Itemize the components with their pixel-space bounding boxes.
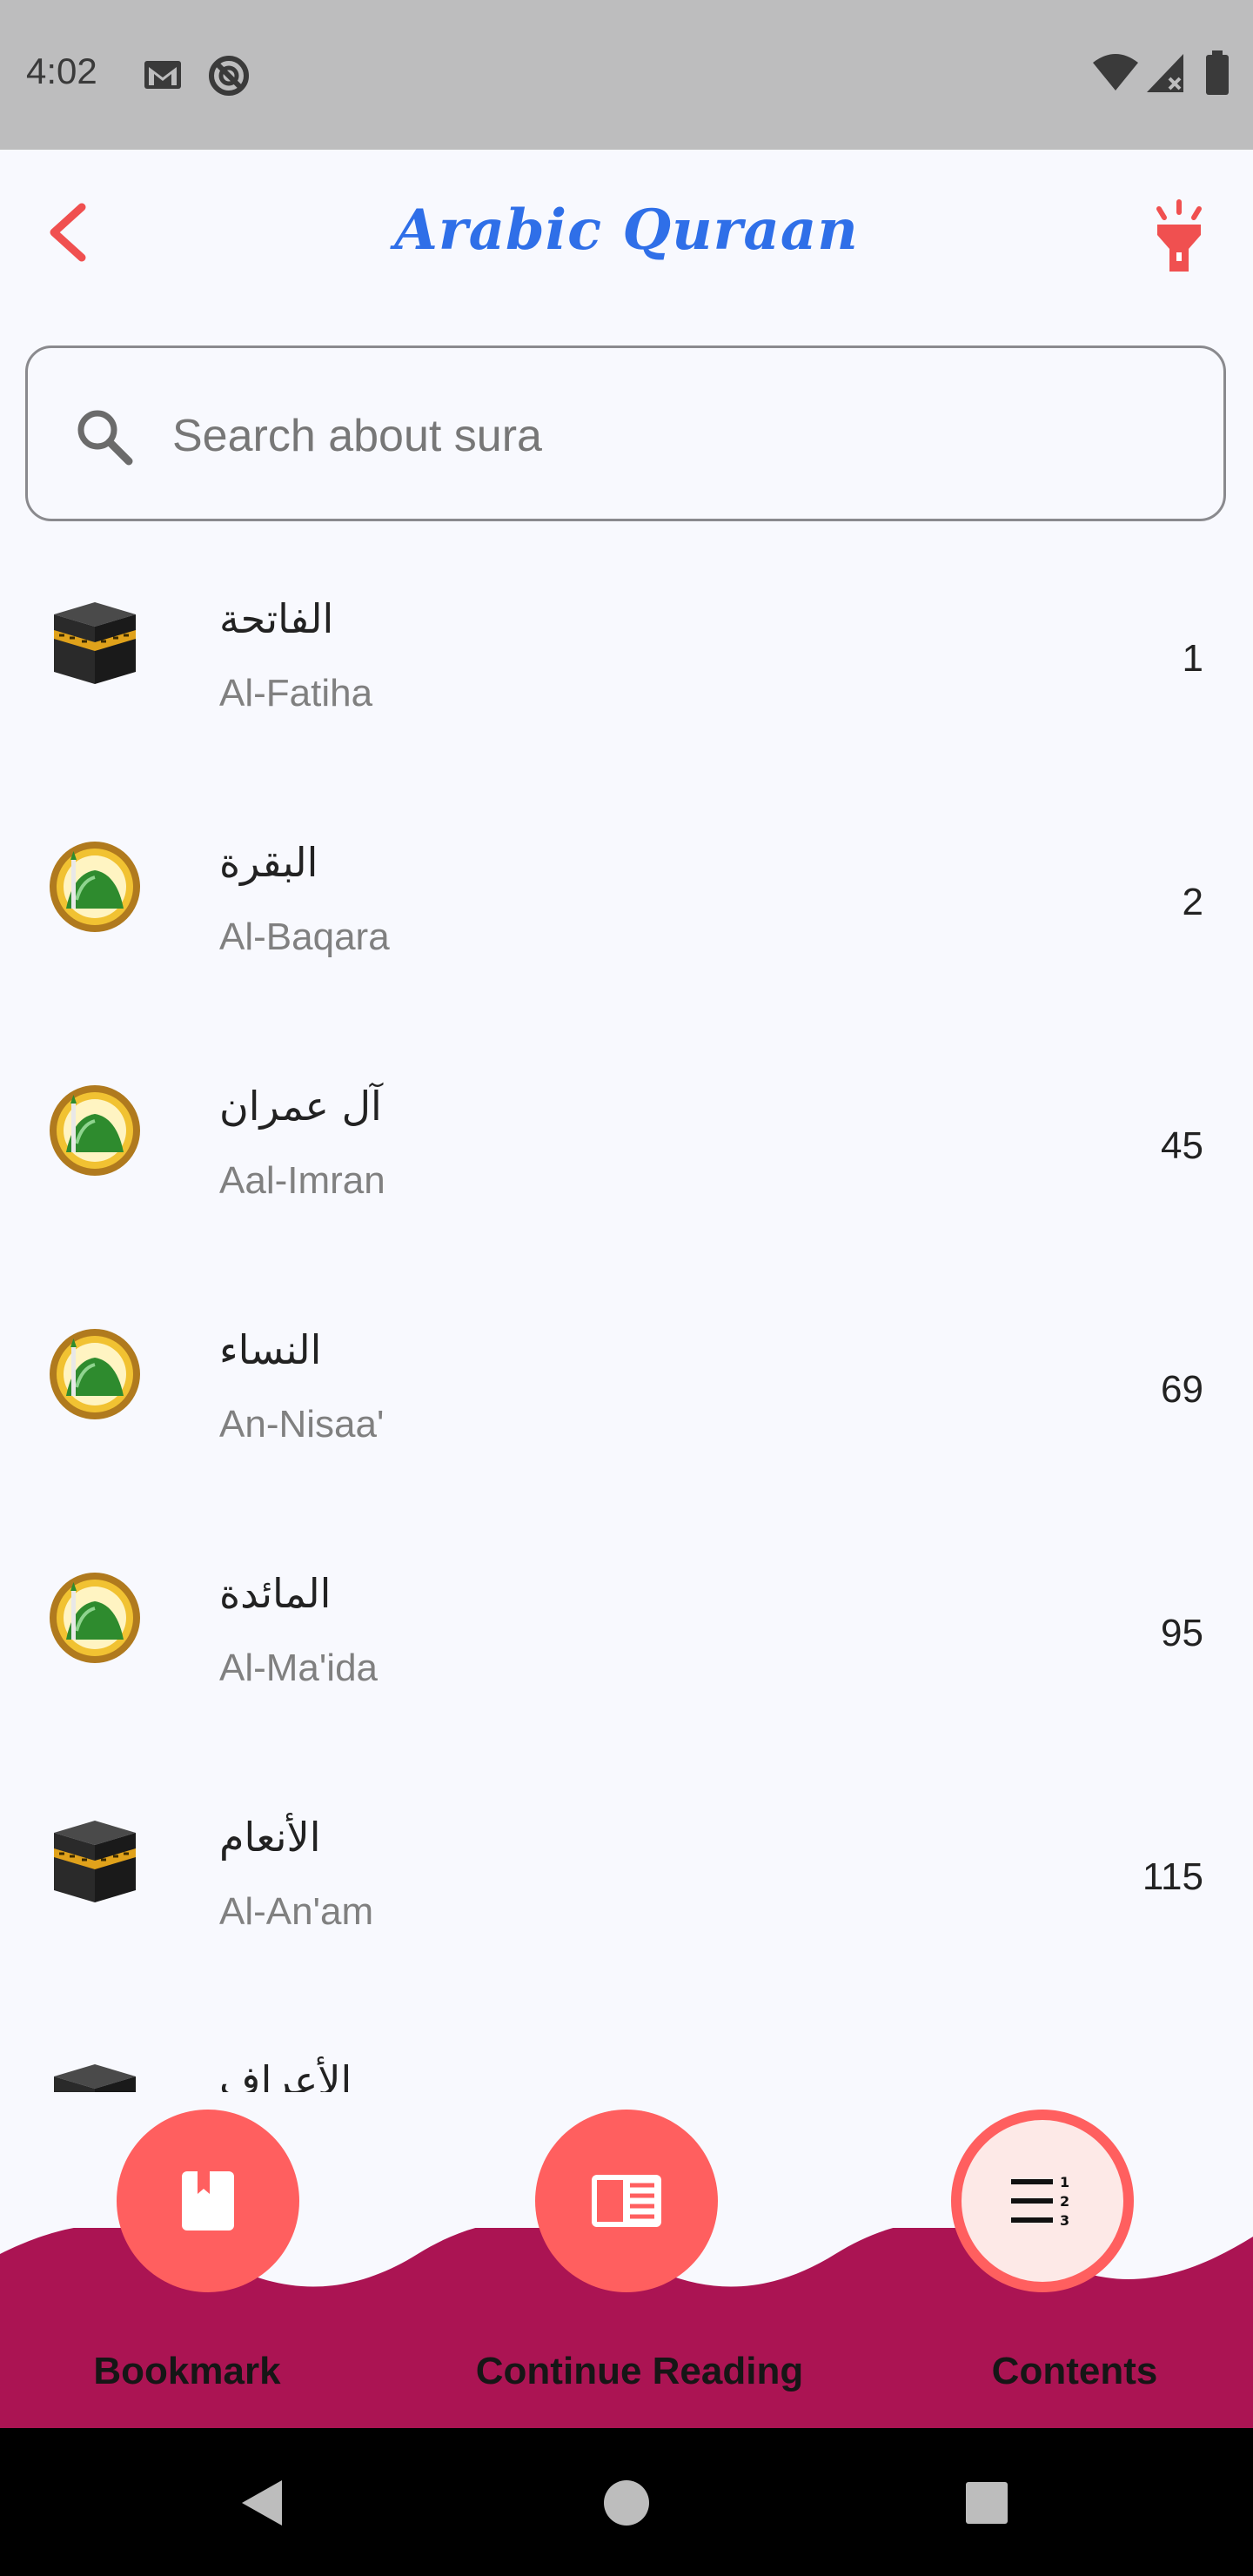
mosque-dome-icon (50, 842, 140, 932)
list-item[interactable]: الأعراف (0, 2012, 1253, 2092)
kaaba-icon (54, 602, 136, 684)
sura-arabic-name: المائدة (219, 1570, 332, 1617)
sura-page-number: 1 (1182, 637, 1203, 680)
app-title: Arabic Quraan (394, 198, 859, 263)
sura-latin-name: Al-Fatiha (219, 672, 373, 714)
sura-page-number: 115 (1142, 1855, 1203, 1898)
sura-page-number: 2 (1182, 881, 1203, 923)
home-circle-icon[interactable] (602, 2479, 651, 2527)
contents-label[interactable]: Contents (948, 2350, 1201, 2393)
svg-text:3: 3 (1060, 2212, 1069, 2229)
sura-latin-name: Aal-Imran (219, 1159, 385, 1202)
kaaba-icon (54, 2064, 136, 2092)
app-bar: Arabic Quraan (0, 150, 1253, 315)
numbered-list-icon: 1 2 3 (1011, 2174, 1069, 2229)
continue-reading-button[interactable] (535, 2110, 718, 2292)
open-book-icon (592, 2175, 661, 2227)
flashlight-button[interactable] (1140, 198, 1218, 277)
status-bar: 4:02 (0, 0, 1253, 150)
list-item[interactable]: آل عمران Aal-Imran 45 (0, 1037, 1253, 1281)
back-triangle-icon[interactable] (237, 2477, 285, 2529)
search-input[interactable] (171, 383, 1201, 489)
bookmark-icon (182, 2171, 234, 2231)
sura-list: الفاتحة Al-Fatiha 1 البقرة Al-Baqara 2 آ… (0, 550, 1253, 2092)
bookmark-label[interactable]: Bookmark (52, 2350, 322, 2393)
sura-arabic-name: الأنعام (219, 1814, 321, 1861)
wifi-icon (1093, 54, 1138, 91)
sura-arabic-name: آل عمران (219, 1083, 382, 1130)
svg-text:1: 1 (1060, 2174, 1069, 2190)
sura-page-number: 45 (1161, 1124, 1203, 1167)
sura-arabic-name: الأعراف (219, 2057, 352, 2092)
bookmark-button[interactable] (117, 2110, 299, 2292)
status-time: 4:02 (26, 50, 97, 91)
sura-latin-name: Al-An'am (219, 1890, 374, 1933)
sura-arabic-name: النساء (219, 1326, 322, 1373)
system-nav-bar (0, 2428, 1253, 2576)
recents-square-icon[interactable] (964, 2480, 1009, 2526)
search-box (25, 345, 1226, 521)
mosque-dome-icon (50, 1573, 140, 1663)
flashlight-icon (1156, 199, 1202, 272)
sura-arabic-name: الفاتحة (219, 595, 334, 642)
search-icon (77, 410, 133, 466)
list-item[interactable]: المائدة Al-Ma'ida 95 (0, 1525, 1253, 1768)
sura-latin-name: Al-Baqara (219, 916, 390, 958)
list-item[interactable]: الأنعام Al-An'am 115 (0, 1768, 1253, 2012)
sura-latin-name: Al-Ma'ida (219, 1647, 379, 1689)
kaaba-icon (54, 1821, 136, 1902)
sura-latin-name: An-Nisaa' (219, 1403, 385, 1446)
do-not-disturb-icon (209, 56, 249, 96)
list-item[interactable]: النساء An-Nisaa' 69 (0, 1281, 1253, 1525)
signal-icon (1147, 54, 1183, 92)
gmail-icon (144, 61, 181, 89)
list-item[interactable]: الفاتحة Al-Fatiha 1 (0, 550, 1253, 794)
sura-page-number: 95 (1161, 1612, 1203, 1654)
svg-text:2: 2 (1060, 2193, 1069, 2210)
sura-page-number: 69 (1161, 1368, 1203, 1411)
battery-icon (1206, 50, 1229, 95)
mosque-dome-icon (50, 1329, 140, 1419)
continue-reading-label[interactable]: Continue Reading (452, 2350, 827, 2393)
contents-button[interactable]: 1 2 3 (951, 2110, 1134, 2292)
sura-arabic-name: البقرة (219, 839, 318, 886)
list-item[interactable]: البقرة Al-Baqara 2 (0, 794, 1253, 1037)
mosque-dome-icon (50, 1085, 140, 1176)
